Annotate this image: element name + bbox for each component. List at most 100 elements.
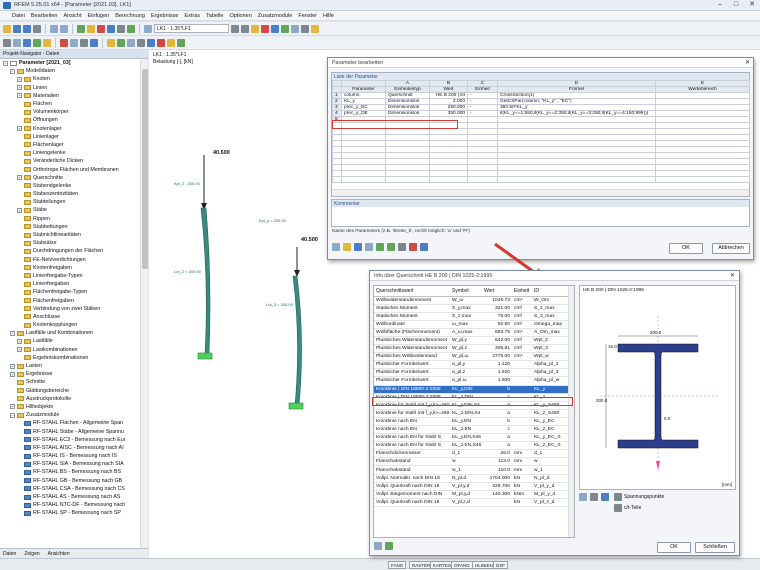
- menu-item[interactable]: Ansicht: [63, 13, 81, 19]
- info-row[interactable]: Plastischer Formbeiwert α_pl,ω 1.500 Alpha_…: [374, 376, 568, 386]
- next-lc-icon[interactable]: [241, 24, 249, 33]
- tree-item[interactable]: RF-STAHL AISC - Bemessung nach AI: [0, 444, 140, 452]
- expand-icon[interactable]: +: [10, 371, 15, 377]
- info-row[interactable]: Knicklinie nach EN KL_z,EN c KL_z_EC: [374, 425, 568, 435]
- info-close-button[interactable]: Schließen: [695, 542, 735, 553]
- open-file-icon[interactable]: [343, 243, 351, 251]
- info-row[interactable]: Vollpl. Querkraft nach DIN 18 V_pl,y,d 229…: [374, 482, 568, 491]
- menu-item[interactable]: Optionen: [229, 13, 251, 19]
- expand-icon[interactable]: +: [17, 85, 22, 91]
- info-row[interactable]: Statisches Moment S_y,max 321.00 cm³ S_2_max: [374, 304, 568, 313]
- param-icon[interactable]: [167, 38, 175, 47]
- tree-item[interactable]: Stabbettungen: [0, 223, 140, 231]
- show-results-icon[interactable]: [251, 24, 259, 33]
- comment-box[interactable]: Kommentar: [331, 199, 750, 227]
- tree-item[interactable]: Flächenfreigaben: [0, 296, 140, 304]
- menu-item[interactable]: Fenster: [298, 13, 317, 19]
- calc-icon[interactable]: [77, 24, 85, 33]
- tree-item[interactable]: − Modelldaten: [0, 67, 140, 75]
- pan-icon[interactable]: [301, 24, 309, 33]
- tree-item[interactable]: + Lasten: [0, 362, 140, 370]
- collapse-icon[interactable]: −: [10, 68, 15, 74]
- delete-icon[interactable]: [60, 38, 68, 47]
- tree-item[interactable]: Stabsätze: [0, 239, 140, 247]
- tree-item[interactable]: − Parameter [2021_03]: [0, 59, 140, 67]
- expand-icon[interactable]: +: [17, 76, 22, 82]
- measure-icon[interactable]: [127, 38, 135, 47]
- support-icon[interactable]: [281, 24, 289, 33]
- ct-parts-option[interactable]: c/t-Teile: [614, 504, 641, 512]
- menu-item[interactable]: Bearbeiten: [31, 13, 58, 19]
- tree-item[interactable]: Stabnichtlinearitäten: [0, 231, 140, 239]
- tree-item[interactable]: Stabendgelenke: [0, 182, 140, 190]
- print-param-icon[interactable]: [398, 243, 406, 251]
- close-icon[interactable]: ✕: [744, 1, 760, 9]
- zoom-icon[interactable]: [291, 24, 299, 33]
- prev-lc-icon[interactable]: [231, 24, 239, 33]
- menu-item[interactable]: Hilfe: [323, 13, 334, 19]
- dimension-icon[interactable]: [137, 38, 145, 47]
- tree-item[interactable]: − Lastfälle und Kombinationen: [0, 329, 140, 337]
- stress-points-option[interactable]: Spannungspunkte: [614, 493, 664, 501]
- collapse-icon[interactable]: −: [10, 330, 15, 336]
- tree-item[interactable]: Stabteilungen: [0, 198, 140, 206]
- tab-zeigen[interactable]: Zeigen: [24, 551, 39, 557]
- tree-item[interactable]: − Zusatzmodule: [0, 411, 140, 419]
- copy-icon[interactable]: [70, 38, 78, 47]
- delete-param-icon[interactable]: [409, 243, 417, 251]
- info-help-icon[interactable]: [374, 542, 382, 550]
- collapse-icon[interactable]: −: [10, 412, 15, 418]
- info-row[interactable]: Plastisches Wölbwiderstand W_pl,ω 2775.00 c…: [374, 352, 568, 362]
- select-icon[interactable]: [3, 38, 11, 47]
- tree-item[interactable]: Linienfreigabe-Typen: [0, 272, 140, 280]
- member-icon[interactable]: [33, 38, 41, 47]
- filter-icon[interactable]: [157, 38, 165, 47]
- tree-item[interactable]: Linienlager: [0, 133, 140, 141]
- menu-item[interactable]: Einfügen: [88, 13, 110, 19]
- model-icon[interactable]: [127, 24, 135, 33]
- tree-item[interactable]: Schnitte: [0, 378, 140, 386]
- expand-icon[interactable]: +: [17, 338, 22, 344]
- tree-item[interactable]: Anschlüsse: [0, 313, 140, 321]
- expand-icon[interactable]: +: [17, 126, 22, 132]
- tree-item[interactable]: RF-STAHL CSA - Bemessung nach CS: [0, 485, 140, 493]
- mesh-icon[interactable]: [271, 24, 279, 33]
- info-row[interactable]: Knicklinie nach EN für Stahl S KL_z,EN,S4…: [374, 441, 568, 451]
- help-icon[interactable]: [332, 243, 340, 251]
- tree-item[interactable]: Linienfreigaben: [0, 280, 140, 288]
- save-icon[interactable]: [23, 24, 31, 33]
- info-row[interactable]: Vollpl. Normalkr. nach DIN 18 N_pl,d 1704.…: [374, 474, 568, 483]
- info-export-icon[interactable]: [385, 542, 393, 550]
- rotate-icon[interactable]: [90, 38, 98, 47]
- redo-icon[interactable]: [60, 24, 68, 33]
- info-row[interactable]: Plastischer Formbeiwert α_pl,z 1.520 Alpha_…: [374, 368, 568, 378]
- tree-item[interactable]: + Knoten: [0, 75, 140, 83]
- lc-icon[interactable]: [144, 24, 152, 33]
- info-row[interactable]: Statisches Moment S_z,max 75.00 cm³ S_3_max: [374, 312, 568, 321]
- info-row[interactable]: Plastisches Widerstandsmoment W_pl,z 305.8…: [374, 344, 568, 354]
- status-toggle[interactable]: FANG: [388, 561, 407, 569]
- tree-item[interactable]: FE-Netzverdichtungen: [0, 256, 140, 264]
- tree-item[interactable]: + Lastfälle: [0, 337, 140, 345]
- info-row[interactable]: Wölbordinate ω_max 92.50 cm² Omega_max: [374, 320, 568, 329]
- info-row[interactable]: Knicklinie nach EN für Stahl S KL_y,EN,S4…: [374, 433, 568, 443]
- menu-item[interactable]: Ergebnisse: [151, 13, 179, 19]
- open-icon[interactable]: [13, 24, 21, 33]
- info-row[interactable]: Flanschabstand w 113.0 mm w: [374, 457, 568, 467]
- tree-item[interactable]: + Hilfsobjekte: [0, 403, 140, 411]
- snap-icon[interactable]: [107, 38, 115, 47]
- tree-item[interactable]: RF-STAHL GB - Bemessung nach GB: [0, 477, 140, 485]
- node-icon[interactable]: [13, 38, 21, 47]
- section-icon[interactable]: [261, 24, 269, 33]
- print-icon[interactable]: [33, 24, 41, 33]
- export-icon[interactable]: [387, 243, 395, 251]
- tree-item[interactable]: Veränderliche Dicken: [0, 157, 140, 165]
- expand-icon[interactable]: +: [17, 175, 22, 181]
- expand-icon[interactable]: +: [17, 347, 22, 353]
- empty-row[interactable]: [332, 176, 750, 183]
- check-icon[interactable]: [97, 24, 105, 33]
- tree-item[interactable]: + Ergebnisse: [0, 370, 140, 378]
- param-ok-button[interactable]: OK: [669, 243, 703, 254]
- info-row[interactable]: Vollpl. Querkraft nach DIN 18 V_pl,z,d kN V…: [374, 498, 568, 507]
- save-file-icon[interactable]: [354, 243, 362, 251]
